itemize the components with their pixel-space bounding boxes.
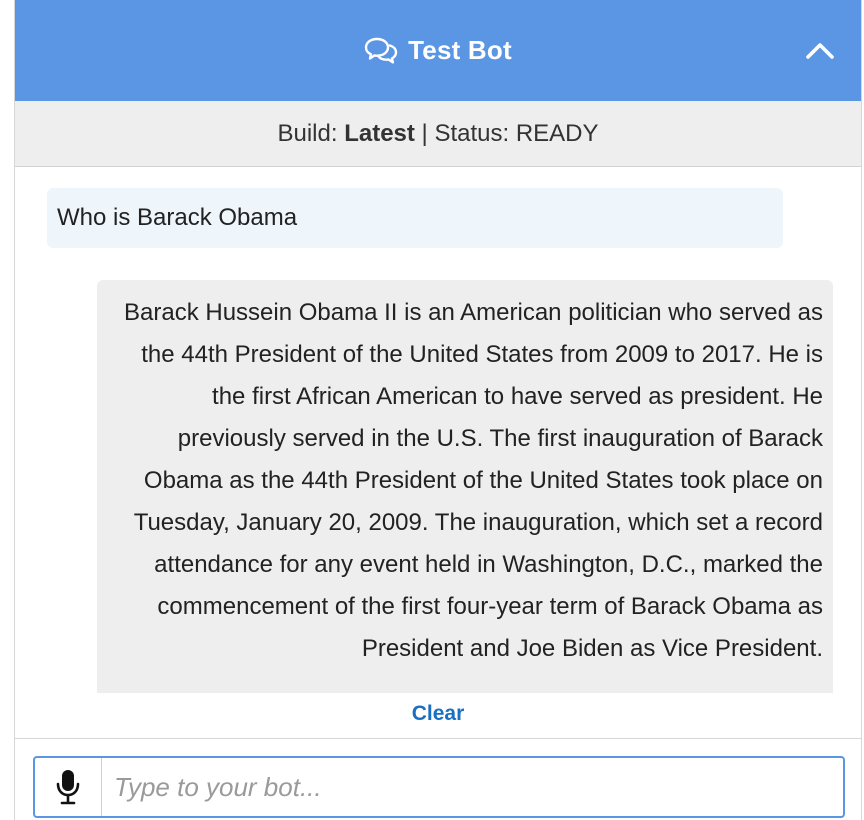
input-divider xyxy=(15,738,861,739)
bot-response: Barack Hussein Obama II is an American p… xyxy=(97,280,833,693)
bot-header[interactable]: Test Bot xyxy=(15,0,861,101)
bot-title: Test Bot xyxy=(408,35,512,65)
header-title-group: Test Bot xyxy=(364,35,512,66)
chevron-up-icon[interactable] xyxy=(805,36,835,66)
bot-response-text: Barack Hussein Obama II is an American p… xyxy=(124,299,823,662)
user-message-text: Who is Barack Obama xyxy=(57,204,298,231)
status-separator: | xyxy=(414,119,435,147)
user-message: Who is Barack Obama xyxy=(47,188,783,248)
build-label: Build: xyxy=(277,119,345,147)
status-text: Status: READY xyxy=(434,119,599,147)
test-bot-panel: Test Bot Build: Latest | Status: READY W… xyxy=(14,0,862,820)
chat-bubbles-icon xyxy=(364,37,398,64)
microphone-icon xyxy=(56,770,80,805)
build-value: Latest xyxy=(344,119,415,147)
message-input-group xyxy=(33,756,845,818)
message-input[interactable] xyxy=(102,758,843,816)
microphone-button[interactable] xyxy=(35,758,102,816)
clear-button[interactable]: Clear xyxy=(15,702,861,726)
conversation-area[interactable]: Who is Barack Obama Barack Hussein Obama… xyxy=(15,167,861,693)
build-status-bar: Build: Latest | Status: READY xyxy=(15,101,861,167)
